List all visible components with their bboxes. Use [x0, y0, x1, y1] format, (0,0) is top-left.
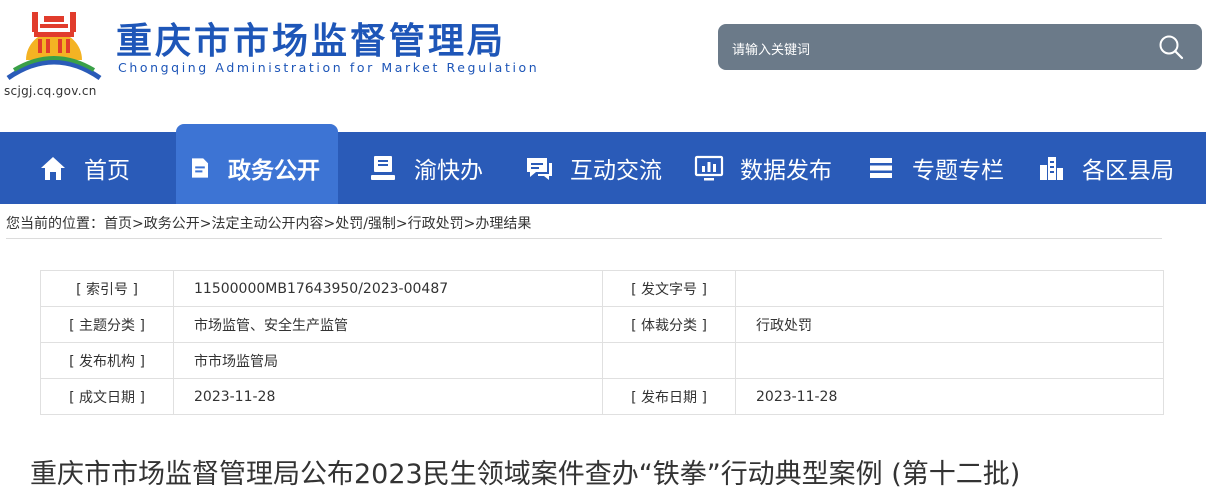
issuer-label: [ 发布机构 ]	[40, 342, 174, 379]
breadcrumb-divider	[6, 238, 1162, 239]
issuer-value: 市市场监管局	[173, 342, 603, 379]
site-header: scjgj.cq.gov.cn 重庆市市场监督管理局 Chongqing Adm…	[0, 0, 1206, 132]
table-row: [ 成文日期 ] 2023-11-28 [ 发布日期 ] 2023-11-28	[40, 378, 1164, 415]
nav-item-label: 渝快办	[414, 158, 483, 184]
nav-item-label: 互动交流	[570, 158, 662, 184]
created-date-label: [ 成文日期 ]	[40, 378, 174, 415]
article-title: 重庆市市场监督管理局公布2023民生领域案件查办“铁拳”行动典型案例 (第十二批…	[30, 459, 1021, 490]
breadcrumb[interactable]: 您当前的位置：首页>政务公开>法定主动公开内容>处罚/强制>行政处罚>办理结果	[6, 213, 531, 233]
table-row: [ 主题分类 ] 市场监管、安全生产监管 [ 体裁分类 ] 行政处罚	[40, 306, 1164, 343]
nav-item-home[interactable]: 首页	[38, 132, 130, 204]
nav-item-interaction[interactable]: 互动交流	[524, 132, 662, 204]
document-meta-table: [ 索引号 ] 11500000MB17643950/2023-00487 [ …	[40, 270, 1164, 415]
genre-label: [ 体裁分类 ]	[602, 306, 736, 343]
nav-item-government-affairs[interactable]: 政务公开	[188, 132, 320, 204]
created-date-value: 2023-11-28	[173, 378, 603, 415]
nav-item-label: 数据发布	[740, 158, 832, 184]
empty-cell	[735, 342, 1164, 379]
stacked-list-icon	[870, 158, 892, 178]
subject-value: 市场监管、安全生产监管	[173, 306, 603, 343]
table-row: [ 索引号 ] 11500000MB17643950/2023-00487 [ …	[40, 270, 1164, 307]
genre-value: 行政处罚	[735, 306, 1164, 343]
nav-item-label: 各区县局	[1082, 158, 1174, 184]
nav-item-label: 政务公开	[228, 158, 320, 184]
index-label: [ 索引号 ]	[40, 270, 174, 307]
site-title[interactable]: 重庆市市场监督管理局	[116, 12, 506, 64]
home-icon	[41, 157, 65, 180]
empty-cell	[602, 342, 736, 379]
search-input[interactable]: 请输入关键词	[732, 39, 810, 58]
nav-item-special-topics[interactable]: 专题专栏	[866, 132, 1004, 204]
nav-item-yukuaiban[interactable]: 渝快办	[368, 132, 483, 204]
table-row: [ 发布机构 ] 市市场监管局	[40, 342, 1164, 379]
book-stand-icon	[371, 156, 395, 180]
nav-item-districts[interactable]: 各区县局	[1036, 132, 1174, 204]
doc-number-label: [ 发文字号 ]	[602, 270, 736, 307]
site-subtitle: Chongqing Administration for Market Regu…	[118, 60, 540, 75]
chat-bubble-icon	[527, 158, 552, 180]
search-icon[interactable]	[1158, 34, 1184, 60]
published-date-value: 2023-11-28	[735, 378, 1164, 415]
published-date-label: [ 发布日期 ]	[602, 378, 736, 415]
document-icon	[192, 158, 208, 178]
buildings-icon	[1040, 157, 1063, 180]
site-domain: scjgj.cq.gov.cn	[4, 84, 97, 98]
nav-item-label: 专题专栏	[912, 158, 1004, 184]
index-value: 11500000MB17643950/2023-00487	[173, 270, 603, 307]
search-box[interactable]: 请输入关键词	[718, 24, 1202, 70]
subject-label: [ 主题分类 ]	[40, 306, 174, 343]
government-emblem-logo[interactable]	[4, 6, 104, 86]
doc-number-value	[735, 270, 1164, 307]
nav-item-data-release[interactable]: 数据发布	[694, 132, 832, 204]
nav-item-label: 首页	[84, 158, 130, 184]
monitor-chart-icon	[694, 155, 724, 181]
